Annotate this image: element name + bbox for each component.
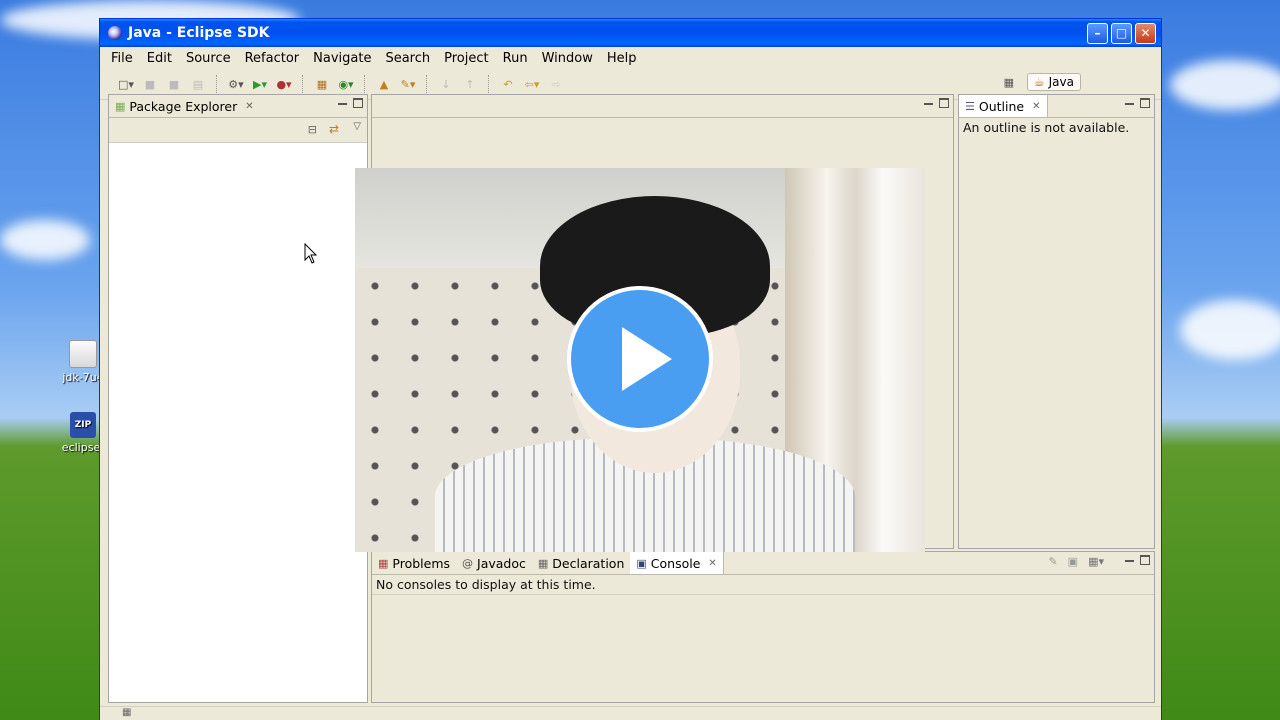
outline-panel: ☰ Outline ✕ An outline is not available.: [958, 94, 1155, 549]
search-icon[interactable]: ✎▾: [400, 76, 416, 92]
print-icon[interactable]: ▤: [190, 76, 206, 92]
problems-icon: ▦: [378, 556, 389, 570]
zip-archive-icon: ZIP: [70, 412, 96, 438]
menu-navigate[interactable]: Navigate: [306, 51, 378, 66]
desktop-icon-label: eclipse-: [61, 441, 105, 454]
title-bar[interactable]: Java - Eclipse SDK – □ ✕: [100, 19, 1161, 47]
window-title: Java - Eclipse SDK: [128, 25, 270, 41]
menu-window[interactable]: Window: [535, 51, 600, 66]
menu-search[interactable]: Search: [378, 51, 437, 66]
console-message: No consoles to display at this time.: [372, 575, 1154, 595]
open-perspective-icon[interactable]: ▦: [1001, 74, 1017, 90]
menu-refactor[interactable]: Refactor: [238, 51, 307, 66]
menu-run[interactable]: Run: [496, 51, 535, 66]
tab-label: Console: [650, 555, 701, 571]
tab-label: Declaration: [552, 555, 625, 571]
bottom-panel: ▦ Problems @ Javadoc ▦ Declaration ▣ Con…: [371, 551, 1155, 703]
outline-message: An outline is not available.: [963, 120, 1130, 135]
menu-bar: File Edit Source Refactor Navigate Searc…: [100, 47, 1161, 69]
debug-icon[interactable]: ⚙▾: [228, 76, 244, 92]
new-class-icon[interactable]: ◉▾: [338, 76, 354, 92]
maximize-editor-icon[interactable]: [939, 98, 949, 108]
tab-label: Outline: [978, 98, 1025, 114]
tab-problems[interactable]: ▦ Problems: [372, 552, 456, 574]
minimize-view-icon[interactable]: [338, 103, 347, 105]
menu-project[interactable]: Project: [437, 51, 495, 66]
package-explorer-panel: ▦ Package Explorer ✕ ⊟ ⇄ ▽: [108, 94, 368, 703]
view-menu-icon[interactable]: ▽: [353, 121, 361, 132]
perspective-java-button[interactable]: ☕ Java: [1026, 73, 1081, 91]
next-annotation-icon[interactable]: ↓: [438, 76, 454, 92]
close-tab-icon[interactable]: ✕: [1032, 101, 1040, 112]
maximize-view-icon[interactable]: [353, 98, 363, 108]
outline-icon: ☰: [965, 99, 975, 113]
external-tools-icon[interactable]: ●▾: [276, 76, 292, 92]
tab-label: Problems: [392, 555, 451, 571]
save-all-icon[interactable]: ■: [166, 76, 182, 92]
eclipse-icon: [108, 26, 122, 40]
mouse-cursor-icon: [304, 243, 318, 264]
maximize-view-icon[interactable]: [1140, 98, 1150, 108]
desktop-icon-label: jdk-7u4: [62, 371, 104, 384]
tab-declaration[interactable]: ▦ Declaration: [532, 552, 630, 574]
link-with-editor-icon[interactable]: ⇄: [329, 122, 339, 136]
status-bar: ▦: [100, 706, 1161, 720]
run-icon[interactable]: ▶▾: [252, 76, 268, 92]
at-icon: @: [462, 556, 474, 570]
maximize-view-icon[interactable]: [1140, 555, 1150, 565]
open-console-icon[interactable]: ▦▾: [1088, 555, 1104, 568]
minimize-view-icon[interactable]: [1125, 560, 1134, 562]
display-console-icon[interactable]: ▣: [1068, 555, 1078, 568]
tab-label: Package Explorer: [129, 98, 238, 114]
close-tab-icon[interactable]: ✕: [245, 101, 253, 112]
menu-edit[interactable]: Edit: [140, 51, 179, 66]
play-icon[interactable]: [567, 286, 713, 432]
menu-help[interactable]: Help: [600, 51, 644, 66]
minimize-editor-icon[interactable]: [924, 103, 933, 105]
pin-console-icon[interactable]: ✎: [1048, 555, 1057, 568]
java-installer-icon: [69, 340, 97, 368]
tab-label: Javadoc: [477, 555, 526, 571]
tab-outline[interactable]: ☰ Outline ✕: [959, 95, 1048, 117]
package-explorer-icon: ▦: [115, 99, 126, 113]
perspective-label: Java: [1048, 75, 1074, 89]
save-icon[interactable]: ■: [142, 76, 158, 92]
collapse-all-icon[interactable]: ⊟: [308, 123, 317, 136]
close-button[interactable]: ✕: [1135, 22, 1156, 44]
minimize-view-icon[interactable]: [1125, 103, 1134, 105]
forward-icon[interactable]: ⇨: [548, 76, 564, 92]
new-java-project-icon[interactable]: ▦: [314, 76, 330, 92]
back-icon[interactable]: ⇦▾: [524, 76, 540, 92]
menu-source[interactable]: Source: [179, 51, 238, 66]
tab-console[interactable]: ▣ Console ✕: [630, 552, 724, 574]
open-type-icon[interactable]: ▲: [376, 76, 392, 92]
maximize-button[interactable]: □: [1111, 22, 1132, 44]
java-perspective-icon: ☕: [1033, 75, 1045, 89]
minimize-button[interactable]: –: [1087, 22, 1108, 44]
tab-javadoc[interactable]: @ Javadoc: [456, 552, 532, 574]
webcam-video[interactable]: [355, 168, 925, 552]
declaration-icon: ▦: [537, 556, 549, 570]
menu-file[interactable]: File: [104, 51, 140, 66]
last-edit-icon[interactable]: ↶: [500, 76, 516, 92]
tab-package-explorer[interactable]: ▦ Package Explorer ✕: [109, 95, 260, 117]
console-icon: ▣: [636, 556, 647, 570]
new-icon[interactable]: □▾: [118, 76, 134, 92]
previous-annotation-icon[interactable]: ↑: [462, 76, 478, 92]
fast-view-icon[interactable]: ▦: [122, 707, 131, 718]
close-tab-icon[interactable]: ✕: [708, 558, 716, 569]
